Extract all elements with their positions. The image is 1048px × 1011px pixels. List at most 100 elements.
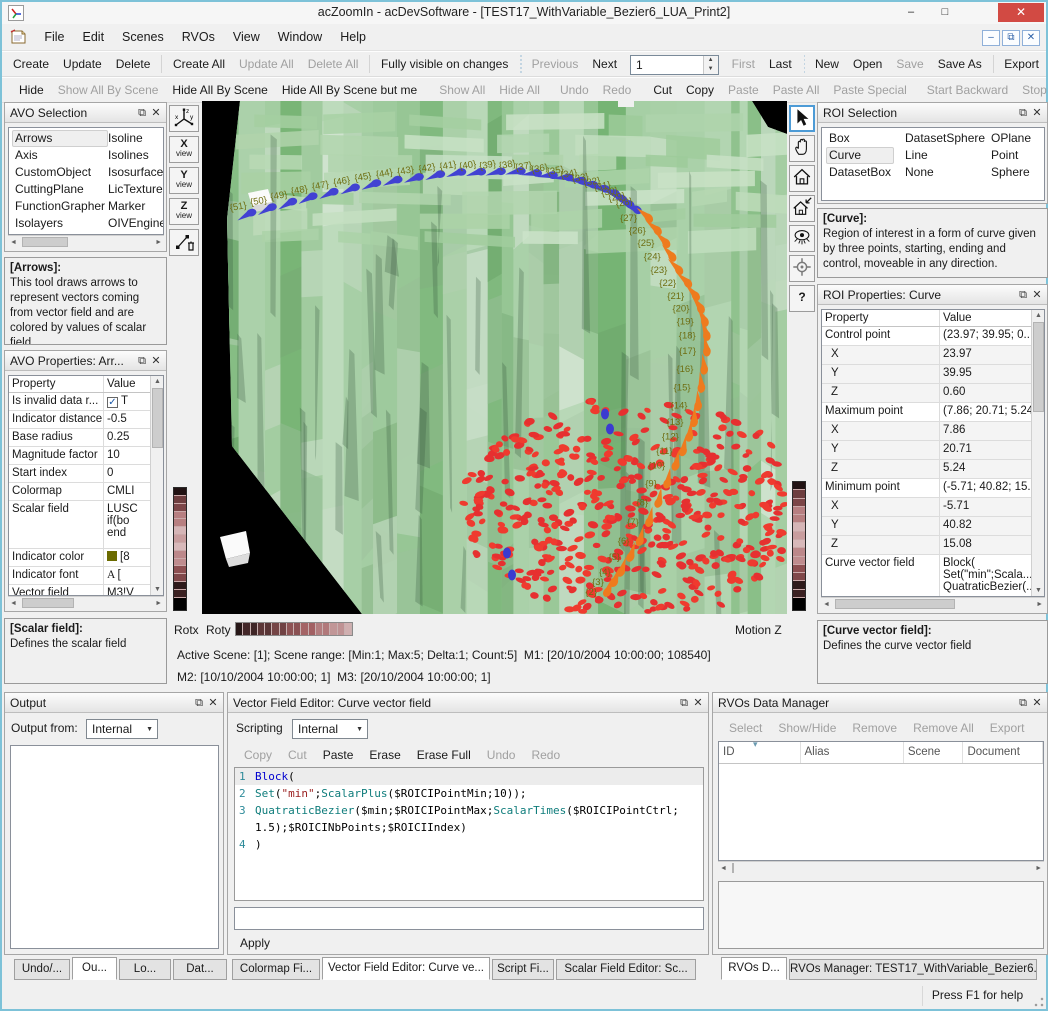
scripting-dropdown[interactable]: Internal▼ [292,719,368,739]
list-item-lictexture[interactable]: LicTexture [105,181,164,198]
list-item-datasetbox[interactable]: DatasetBox [826,164,894,181]
mdi-close-button[interactable]: ✕ [1022,30,1040,46]
grid-row[interactable]: Vector fieldM3!V [9,585,163,596]
scroll-right-icon[interactable]: ► [1036,601,1043,608]
home-button[interactable] [789,165,815,192]
editor-command-input[interactable] [234,907,704,930]
rvos-column-document[interactable]: Document [963,742,1043,763]
remove-button[interactable]: Remove [844,718,905,738]
grid-row[interactable]: Z5.24 [822,460,1044,479]
close-icon[interactable]: ✕ [149,106,163,119]
grid-row[interactable]: ColormapCMLI [9,483,163,501]
grid-row[interactable]: Indicator color[8 [9,549,163,567]
menu-view[interactable]: View [224,24,269,48]
scroll-up-icon[interactable]: ▲ [1035,312,1042,319]
erase-full-button[interactable]: Erase Full [409,745,479,765]
remove-all-button[interactable]: Remove All [905,718,982,738]
menu-help[interactable]: Help [331,24,375,48]
export-button[interactable]: Export [997,52,1046,76]
grid-row[interactable]: Base radius0.25 [9,429,163,447]
list-item-arrows[interactable]: Arrows [12,130,108,147]
float-icon[interactable]: ⧉ [677,697,691,710]
editor-tab[interactable]: Scalar Field Editor: Sc... [556,959,696,980]
vertical-scrollbar[interactable]: ▲▼ [150,376,164,595]
list-item-isoline[interactable]: Isoline [105,130,164,147]
list-item-customobject[interactable]: CustomObject [12,164,108,181]
roty-label[interactable]: Roty [206,623,231,637]
list-item-box[interactable]: Box [826,130,894,147]
code-line[interactable]: 2Set("min";ScalarPlus($ROICIPointMin;10)… [235,785,703,802]
float-icon[interactable]: ⧉ [1016,289,1030,302]
scroll-thumb[interactable] [835,599,955,609]
list-item-oplane[interactable]: OPlane [988,130,1034,147]
last-button[interactable]: Last [762,52,799,76]
rvos-column-scene[interactable]: Scene [904,742,964,763]
mdi-restore-button[interactable]: ⧉ [1002,30,1020,46]
rvos-tab[interactable]: RVOs Manager: TEST17_WithVariable_Bezier… [789,959,1037,980]
close-icon[interactable]: ✕ [1030,106,1044,119]
list-item-none[interactable]: None [902,164,988,181]
resize-grip[interactable] [1034,997,1044,1007]
roi-properties-grid[interactable]: PropertyValueControl point(23.97; 39.95;… [821,309,1045,597]
menu-scenes[interactable]: Scenes [113,24,173,48]
avo-selection-list[interactable]: ArrowsAxisCustomObjectCuttingPlaneFuncti… [8,127,164,235]
output-tab[interactable]: Dat... [173,959,227,980]
roi-selection-list[interactable]: BoxCurveDatasetBoxDatasetSphereLineNoneO… [821,127,1045,201]
grid-row[interactable]: Curve vector fieldBlock(Set("min";Scala.… [822,555,1044,597]
horizontal-scrollbar[interactable]: ◄► [8,235,164,248]
list-item-isolayers[interactable]: Isolayers [12,215,108,232]
grid-row[interactable]: Control point(23.97; 39.95; 0.... [822,327,1044,346]
float-icon[interactable]: ⧉ [1016,107,1030,120]
editor-tab[interactable]: Vector Field Editor: Curve ve... [322,957,490,980]
scroll-left-icon[interactable]: ◄ [823,601,830,608]
erase-button[interactable]: Erase [361,745,408,765]
float-icon[interactable]: ⧉ [135,107,149,120]
scroll-thumb[interactable] [22,598,74,608]
list-item-oivengine[interactable]: OIVEngine [105,215,164,232]
scroll-down-icon[interactable]: ▼ [1035,587,1042,594]
hide-button[interactable]: Hide [12,78,51,102]
editor-tab[interactable]: Colormap Fi... [232,959,320,980]
grid-row[interactable]: Y39.95 [822,365,1044,384]
colormap-strip[interactable] [173,487,187,611]
list-item-cuttingplane[interactable]: CuttingPlane [12,181,108,198]
rvos-column-id[interactable]: ID▾ [719,742,801,763]
hide-all-by-scene-but-me-button[interactable]: Hide All By Scene but me [275,78,424,102]
grid-row[interactable]: Z15.08 [822,536,1044,555]
grid-row[interactable]: Z0.60 [822,384,1044,403]
grid-row[interactable]: X7.86 [822,422,1044,441]
pointer-button[interactable] [789,105,815,132]
output-tab[interactable]: Ou... [72,957,117,980]
list-item-axis[interactable]: Axis [12,147,108,164]
create-all-button[interactable]: Create All [166,52,232,76]
close-icon[interactable]: ✕ [1030,696,1044,709]
vertical-scrollbar[interactable]: ▲▼ [1031,310,1045,596]
close-icon[interactable]: ✕ [149,354,163,367]
grid-row[interactable]: Maximum point(7.86; 20.71; 5.24) [822,403,1044,422]
select-button[interactable]: Select [721,718,770,738]
apply-button[interactable]: Apply [240,936,270,950]
horizontal-scrollbar[interactable]: ◄► [821,597,1045,610]
paste-button[interactable]: Paste [315,745,362,765]
avo-properties-grid[interactable]: PropertyValueIs invalid data r...✓TIndic… [8,375,164,596]
update-button[interactable]: Update [56,52,109,76]
hide-all-by-scene-button[interactable]: Hide All By Scene [165,78,274,102]
scroll-down-icon[interactable]: ▼ [154,586,161,593]
list-item-line[interactable]: Line [902,147,988,164]
scroll-up-icon[interactable]: ▲ [154,378,161,385]
code-line[interactable]: 4) [235,836,703,853]
scroll-thumb[interactable] [732,863,734,873]
next-button[interactable]: Next [585,52,624,76]
scroll-right-icon[interactable]: ► [155,239,162,246]
grid-row[interactable]: Y20.71 [822,441,1044,460]
new-button[interactable]: New [808,52,846,76]
create-button[interactable]: Create [6,52,56,76]
axes-button[interactable]: zxy [169,105,199,132]
close-icon[interactable]: ✕ [206,696,220,709]
horizontal-scrollbar[interactable]: ◄► [8,596,164,609]
grid-row[interactable]: Start index0 [9,465,163,483]
menu-rvos[interactable]: RVOs [173,24,224,48]
code-editor[interactable]: 1Block(2Set("min";ScalarPlus($ROICIPoint… [234,767,704,901]
list-item-isosurface[interactable]: Isosurface [105,164,164,181]
scene-number-spinner[interactable]: 1▲▼ [630,55,719,75]
